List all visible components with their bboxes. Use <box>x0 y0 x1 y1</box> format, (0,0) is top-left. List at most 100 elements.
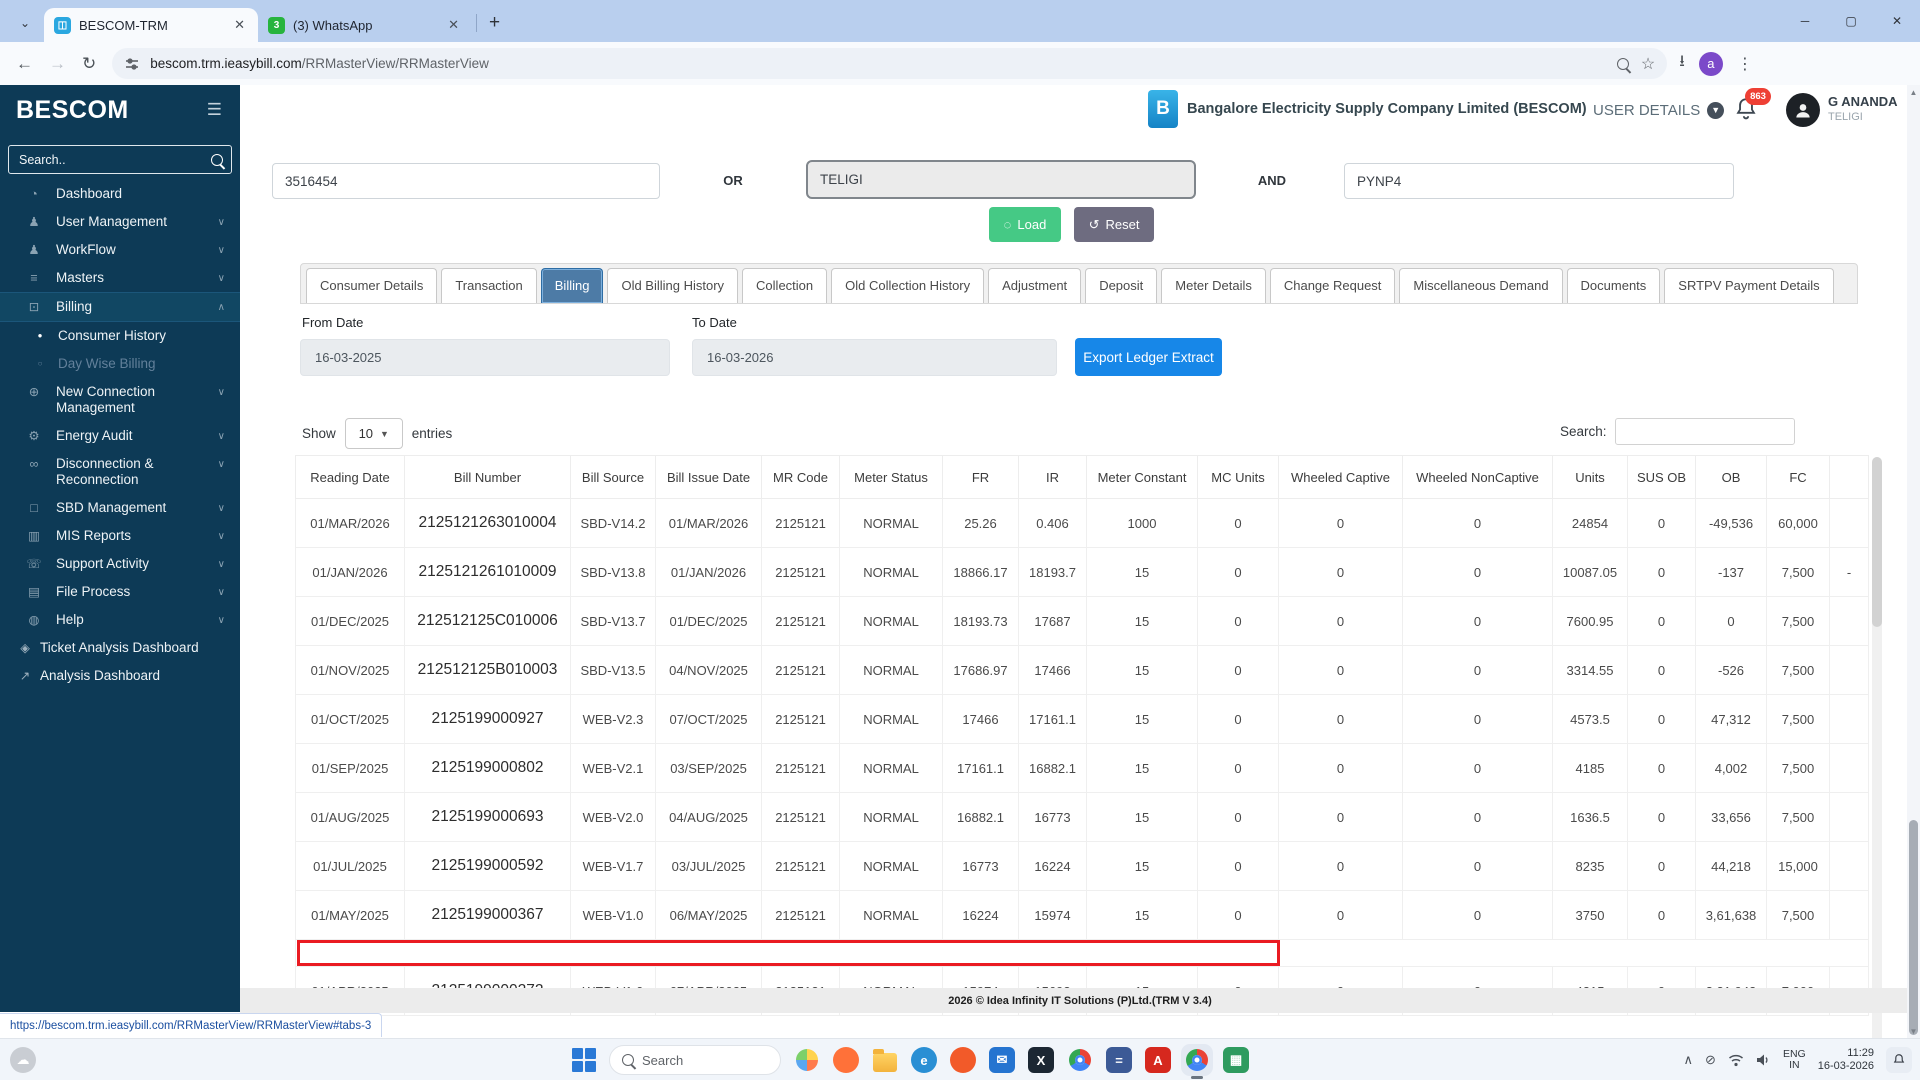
reload-icon[interactable]: ↻ <box>82 54 96 74</box>
firefox-icon[interactable] <box>833 1047 859 1073</box>
tab-consumer-details[interactable]: Consumer Details <box>306 268 438 303</box>
to-date-input[interactable]: 16-03-2026 <box>692 339 1057 376</box>
widgets-weather-icon[interactable] <box>794 1047 820 1073</box>
sidebar-item-masters[interactable]: ≡ Masters ∨ <box>0 264 240 292</box>
tab-collection[interactable]: Collection <box>742 268 828 303</box>
notification-center-icon[interactable] <box>1886 1047 1912 1073</box>
sidebar-search[interactable] <box>8 145 232 174</box>
monitor-icon: ⊡ <box>28 300 40 314</box>
clock[interactable]: 11:29 16-03-2026 <box>1818 1047 1874 1073</box>
tab-search-chevron-icon[interactable]: ⌄ <box>12 10 38 36</box>
tab-close-icon[interactable]: ✕ <box>231 17 248 33</box>
wifi-icon[interactable] <box>1728 1053 1744 1067</box>
rr-number-input[interactable] <box>272 163 660 199</box>
sidebar-item-mis-reports[interactable]: ▥ MIS Reports ∨ <box>0 522 240 550</box>
chevron-down-icon: ▼ <box>380 428 389 439</box>
table-scrollbar-thumb[interactable] <box>1872 457 1882 627</box>
user-details-menu[interactable]: USER DETAILS ▼ <box>1593 85 1725 135</box>
sidebar-item-ticket-analysis-dashboard[interactable]: ◈ Ticket Analysis Dashboard <box>0 634 240 662</box>
tab-old-collection-history[interactable]: Old Collection History <box>831 268 985 303</box>
sidebar-item-file-process[interactable]: ▤ File Process ∨ <box>0 578 240 606</box>
tab-deposit[interactable]: Deposit <box>1085 268 1158 303</box>
volume-icon[interactable] <box>1756 1053 1771 1067</box>
sidebar-search-input[interactable] <box>17 151 208 168</box>
cell: 0 <box>1627 547 1696 597</box>
chrome-active-icon[interactable] <box>1184 1047 1210 1079</box>
page-size-select[interactable]: 10 ▼ <box>344 418 403 449</box>
sidebar-item-analysis-dashboard[interactable]: ↗ Analysis Dashboard <box>0 662 240 690</box>
from-date-input[interactable]: 16-03-2025 <box>300 339 670 376</box>
forward-icon[interactable]: → <box>49 54 66 74</box>
tab-transaction[interactable]: Transaction <box>441 268 537 303</box>
show-desktop-weather-icon[interactable]: ☁ <box>10 1047 36 1073</box>
browser-tab-bescom[interactable]: ◫ BESCOM-TRM ✕ <box>44 8 258 42</box>
sidebar-item-new-connection-management[interactable]: ⊕ New Connection Management ∨ <box>0 378 240 422</box>
chrome-icon[interactable] <box>1067 1047 1093 1073</box>
page-scrollbar[interactable]: ▲ ▼ <box>1907 85 1920 1038</box>
tab-srtpv-payment-details[interactable]: SRTPV Payment Details <box>1664 268 1834 303</box>
new-tab-button[interactable]: + <box>489 12 500 34</box>
sidebar-item-billing[interactable]: ⊡ Billing ∧ <box>0 292 240 322</box>
bookmark-star-icon[interactable]: ☆ <box>1641 54 1655 74</box>
page-scrollbar-thumb[interactable] <box>1909 820 1918 1035</box>
zoom-icon[interactable] <box>1616 57 1629 70</box>
tab-miscellaneous-demand[interactable]: Miscellaneous Demand <box>1399 268 1563 303</box>
file-explorer-icon[interactable] <box>872 1047 898 1073</box>
sidebar-item-sbd-management[interactable]: □ SBD Management ∨ <box>0 494 240 522</box>
table-scrollbar[interactable] <box>1872 457 1882 1080</box>
notification-bell[interactable]: 863 <box>1733 88 1771 126</box>
tab-meter-details[interactable]: Meter Details <box>1161 268 1266 303</box>
scroll-down-icon[interactable]: ▼ <box>1907 1024 1920 1038</box>
language-indicator[interactable]: ENG IN <box>1783 1049 1806 1071</box>
scroll-up-icon[interactable]: ▲ <box>1907 85 1920 99</box>
table-row: 01/SEP/2025 2125199000802 WEB-V2.1 03/SEP/2… <box>295 743 1869 793</box>
code-input[interactable] <box>1344 163 1734 199</box>
excel-icon[interactable]: ▦ <box>1223 1047 1249 1073</box>
sidebar-item-user-management[interactable]: ♟ User Management ∨ <box>0 208 240 236</box>
load-button[interactable]: ◌ Load <box>989 207 1061 242</box>
back-icon[interactable]: ← <box>16 54 33 74</box>
sidebar-item-day-wise-billing[interactable]: ○ Day Wise Billing <box>0 350 240 378</box>
minimize-icon[interactable]: ─ <box>1782 0 1828 42</box>
consumer-name-input[interactable] <box>806 160 1196 199</box>
hamburger-menu-icon[interactable]: ☰ <box>207 100 222 120</box>
address-bar[interactable]: bescom.trm.ieasybill.com/RRMasterView/RR… <box>112 48 1668 79</box>
sidebar-item-support-activity[interactable]: ☏ Support Activity ∨ <box>0 550 240 578</box>
reset-button[interactable]: ↺ Reset <box>1074 207 1154 242</box>
tab-change-request[interactable]: Change Request <box>1269 268 1396 303</box>
do-not-disturb-icon[interactable]: ⊘ <box>1705 1052 1716 1068</box>
maximize-icon[interactable]: ▢ <box>1828 0 1874 42</box>
tab-close-icon[interactable]: ✕ <box>445 17 462 33</box>
cell: WEB-V2.1 <box>570 743 656 793</box>
close-icon[interactable]: ✕ <box>1874 0 1920 42</box>
outlook-icon[interactable]: ✉ <box>989 1047 1015 1073</box>
table-search-input[interactable] <box>1614 418 1795 445</box>
taskbar-search[interactable]: Search <box>609 1045 781 1075</box>
cell: 2125121263010004 <box>404 498 571 548</box>
download-icon[interactable]: ⭳ <box>1679 50 1685 77</box>
brave-icon[interactable] <box>950 1047 976 1073</box>
sidebar-item-label: New Connection Management <box>56 384 156 415</box>
start-button[interactable] <box>572 1048 596 1072</box>
menu-dots-icon[interactable]: ⋮ <box>1737 54 1753 74</box>
sidebar-item-workflow[interactable]: ♟ WorkFlow ∨ <box>0 236 240 264</box>
tab-billing[interactable]: Billing <box>540 268 604 303</box>
adobe-pdf-icon[interactable]: A <box>1145 1047 1171 1073</box>
x-app-icon[interactable]: X <box>1028 1047 1054 1073</box>
browser-profile-avatar[interactable]: a <box>1698 51 1723 76</box>
sidebar-item-dashboard[interactable]: ◔ Dashboard <box>0 180 240 208</box>
browser-tab-whatsapp[interactable]: 3 (3) WhatsApp ✕ <box>258 8 472 42</box>
site-info-icon[interactable] <box>124 56 140 72</box>
sidebar-item-disconnection-reconnection[interactable]: ∞ Disconnection & Reconnection ∨ <box>0 450 240 494</box>
sidebar-item-energy-audit[interactable]: ⚙ Energy Audit ∨ <box>0 422 240 450</box>
sidebar-item-consumer-history[interactable]: ● Consumer History <box>0 322 240 350</box>
user-avatar[interactable] <box>1786 93 1820 127</box>
tray-chevron-up-icon[interactable]: ∧ <box>1684 1052 1694 1068</box>
export-ledger-button[interactable]: Export Ledger Extract <box>1075 338 1222 376</box>
tab-adjustment[interactable]: Adjustment <box>988 268 1082 303</box>
tab-documents[interactable]: Documents <box>1566 268 1661 303</box>
sidebar-item-help[interactable]: ◍ Help ∨ <box>0 606 240 634</box>
calculator-icon[interactable]: = <box>1106 1047 1132 1073</box>
tab-old-billing-history[interactable]: Old Billing History <box>607 268 739 303</box>
edge-icon[interactable]: e <box>911 1047 937 1073</box>
